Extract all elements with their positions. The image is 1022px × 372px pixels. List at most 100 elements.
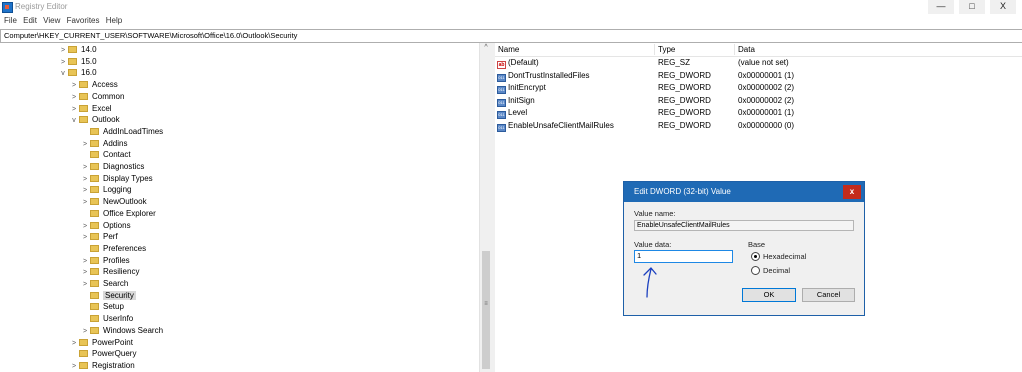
value-row[interactable]: 011 DontTrustInstalledFiles REG_DWORD 0x000… [495, 70, 1022, 82]
tree-item-preferences[interactable]: Preferences [80, 243, 146, 254]
decimal-label[interactable]: Decimal [763, 266, 790, 275]
tree-item-label: Addins [103, 138, 128, 148]
chevron-right-icon[interactable]: > [80, 279, 90, 290]
chevron-right-icon[interactable]: > [69, 338, 79, 349]
tree-item-label: Preferences [103, 243, 147, 253]
folder-icon [90, 326, 99, 334]
tree-item-profiles[interactable]: > Profiles [80, 255, 130, 266]
folder-icon [90, 174, 99, 182]
tree-item-windows-search[interactable]: > Windows Search [80, 325, 163, 336]
tree-item-resiliency[interactable]: > Resiliency [80, 266, 140, 278]
folder-icon [90, 163, 99, 170]
string-value-icon: ab [497, 61, 506, 69]
tree-item-perf[interactable]: > Perf [80, 231, 118, 242]
minimize-button[interactable]: — [928, 0, 954, 14]
tree-item-options[interactable]: > Options [80, 220, 131, 231]
close-window-button[interactable]: X [990, 0, 1016, 14]
tree-item-addinloadtimes[interactable]: AddInLoadTimes [80, 126, 163, 137]
chevron-right-icon[interactable]: > [58, 45, 68, 56]
tree-item-diagnostics[interactable]: > Diagnostics [80, 161, 144, 172]
menu-view[interactable]: View [43, 14, 60, 28]
decimal-radio[interactable] [751, 266, 760, 275]
column-type-header[interactable]: Type [655, 44, 735, 55]
tree-item-label: Contact [103, 150, 131, 160]
column-data-header[interactable]: Data [735, 44, 885, 55]
chevron-right-icon[interactable]: > [80, 162, 90, 173]
menu-help[interactable]: Help [106, 14, 122, 28]
list-header: Name Type Data [495, 43, 1022, 57]
chevron-right-icon[interactable]: > [58, 57, 68, 68]
value-name-text: EnableUnsafeClientMailRules [508, 121, 614, 130]
chevron-right-icon[interactable]: > [80, 267, 90, 278]
value-name-text: InitEncrypt [508, 83, 546, 93]
scroll-thumb[interactable]: ≡ [482, 251, 490, 369]
tree-item-userinfo[interactable]: UserInfo [80, 313, 133, 324]
chevron-right-icon[interactable]: > [69, 92, 79, 103]
chevron-down-icon[interactable]: v [69, 115, 79, 126]
menu-edit[interactable]: Edit [23, 14, 37, 28]
chevron-right-icon[interactable]: > [80, 326, 90, 337]
tree-item-16-0[interactable]: v 16.0 [58, 67, 96, 79]
value-name-cell: 011 EnableUnsafeClientMailRules [497, 120, 614, 132]
chevron-down-icon[interactable]: v [58, 68, 68, 79]
value-row[interactable]: 011 Level REG_DWORD 0x00000001 (1) [495, 107, 1022, 120]
maximize-button[interactable]: □ [959, 0, 985, 14]
scroll-up-icon[interactable]: ^ [480, 43, 492, 53]
hexadecimal-radio[interactable] [751, 252, 760, 261]
tree-scrollbar[interactable]: ^ ≡ [479, 43, 492, 372]
tree-item-common[interactable]: > Common [69, 91, 125, 103]
folder-icon [68, 57, 77, 65]
tree-item-logging[interactable]: > Logging [80, 184, 132, 196]
tree-item-addins[interactable]: > Addins [80, 138, 128, 150]
dword-value-icon: 011 [497, 124, 506, 132]
value-row[interactable]: 011 InitEncrypt REG_DWORD 0x00000002 (2) [495, 82, 1022, 95]
value-row[interactable]: 011 InitSign REG_DWORD 0x00000002 (2) [495, 95, 1022, 107]
tree-item-access[interactable]: > Access [69, 79, 118, 90]
tree-item-security[interactable]: Security [80, 290, 136, 301]
chevron-right-icon[interactable]: > [80, 185, 90, 196]
value-name-cell: ab (Default) [497, 57, 539, 69]
tree-item-outlook[interactable]: v Outlook [69, 114, 119, 126]
folder-icon [90, 315, 99, 323]
value-name-cell: 011 DontTrustInstalledFiles [497, 70, 590, 82]
value-type-cell: REG_SZ [658, 58, 691, 67]
dialog-close-button[interactable]: x [843, 185, 861, 199]
chevron-right-icon[interactable]: > [69, 361, 79, 372]
tree-item-14-0[interactable]: >14.0 [58, 44, 97, 55]
tree-item-setup[interactable]: Setup [80, 301, 124, 312]
value-row[interactable]: 011 EnableUnsafeClientMailRules REG_DWORD 0… [495, 120, 1022, 132]
menu-file[interactable]: File [4, 14, 17, 28]
tree-item-powerquery[interactable]: PowerQuery [69, 348, 136, 359]
chevron-right-icon[interactable]: > [80, 256, 90, 267]
value-data-input[interactable]: 1 [634, 250, 733, 263]
dword-value-icon: 011 [497, 86, 506, 95]
chevron-right-icon[interactable]: > [69, 104, 79, 115]
tree-item-search[interactable]: > Search [80, 278, 128, 289]
folder-icon [90, 303, 99, 311]
chevron-right-icon[interactable]: > [80, 232, 90, 243]
tree-item-label: Office Explorer [103, 208, 156, 218]
tree-item-15-0[interactable]: >15.0 [58, 56, 97, 67]
value-row[interactable]: ab (Default) REG_SZ (value not set) [495, 57, 1022, 69]
tree-item-label: Windows Search [103, 325, 164, 335]
cancel-button[interactable]: Cancel [802, 288, 855, 302]
chevron-right-icon[interactable]: > [80, 139, 90, 150]
chevron-right-icon[interactable]: > [80, 221, 90, 232]
address-bar[interactable]: Computer\HKEY_CURRENT_USER\SOFTWARE\Micr… [0, 29, 1022, 43]
chevron-right-icon[interactable]: > [80, 174, 90, 185]
tree-item-newoutlook[interactable]: > NewOutlook [80, 196, 147, 207]
chevron-right-icon[interactable]: > [80, 197, 90, 208]
value-name-field: EnableUnsafeClientMailRules [634, 220, 854, 231]
tree-item-registration[interactable]: > Registration [69, 360, 135, 371]
hexadecimal-label[interactable]: Hexadecimal [763, 252, 806, 261]
tree-item-excel[interactable]: > Excel [69, 103, 112, 114]
menu-favorites[interactable]: Favorites [67, 14, 100, 28]
tree-item-powerpoint[interactable]: > PowerPoint [69, 337, 133, 348]
chevron-right-icon[interactable]: > [69, 80, 79, 91]
column-name-header[interactable]: Name [495, 44, 655, 55]
ok-button[interactable]: OK [742, 288, 796, 302]
tree-item-contact[interactable]: Contact [80, 149, 131, 160]
tree-item-display-types[interactable]: > Display Types [80, 173, 153, 184]
tree-item-label: Logging [103, 185, 132, 195]
tree-item-office-explorer[interactable]: Office Explorer [80, 208, 156, 219]
